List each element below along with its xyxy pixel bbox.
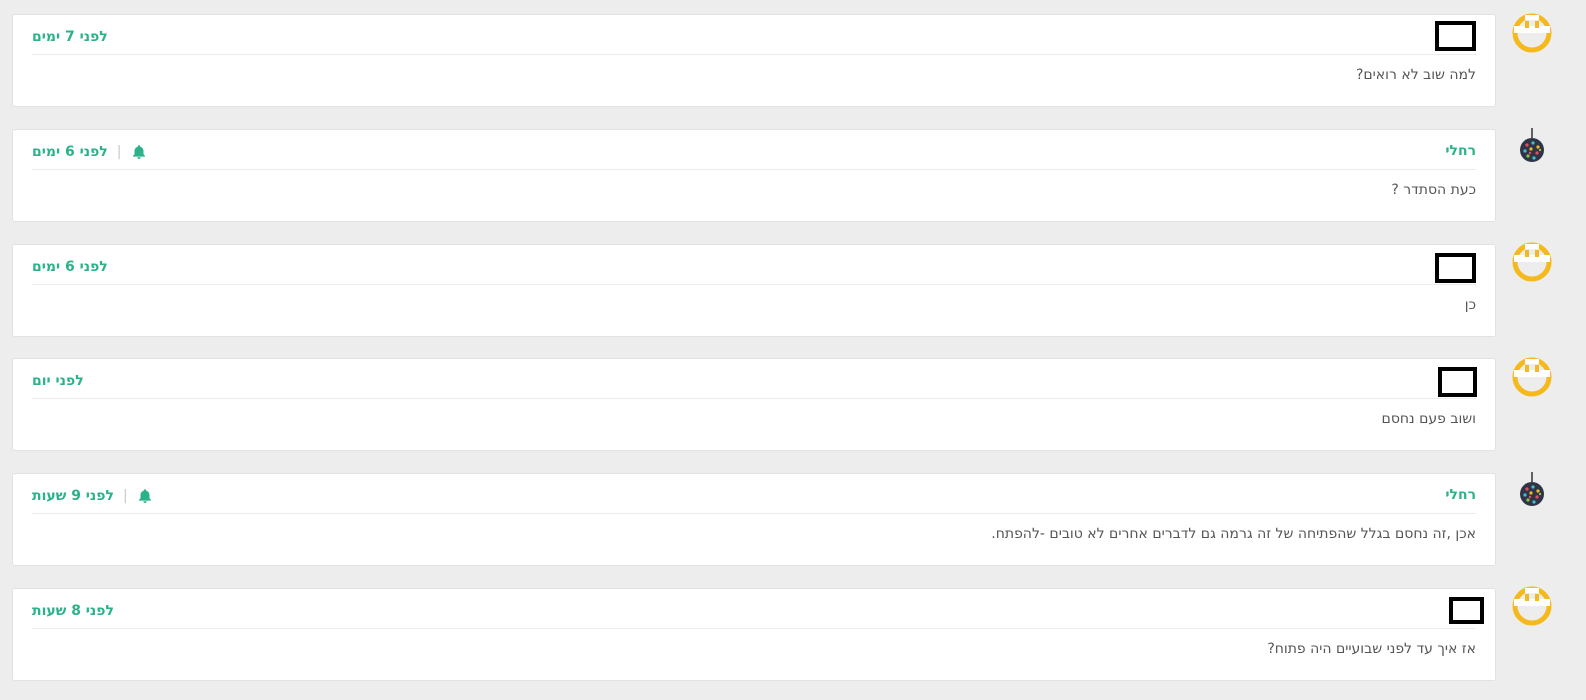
comment-text: ושוב פעם נחסם <box>1381 411 1476 427</box>
comment-timestamp[interactable]: לפני 7 ימים <box>32 29 108 45</box>
comment-text: אז איך עד לפני שבועיים היה פתוח? <box>1267 641 1476 657</box>
comment-header: לפני 6 ימים <box>32 245 1476 285</box>
comment-meta: לפני 7 ימים <box>32 28 108 46</box>
redacted-author-name <box>1438 367 1477 397</box>
comment-timestamp[interactable]: לפני 6 ימים <box>32 259 108 275</box>
user-avatar-smiley-icon[interactable] <box>1512 242 1552 282</box>
comment-text: כעת הסתדר ? <box>1391 182 1476 198</box>
comment-meta: לפני 9 שעות | <box>32 487 153 505</box>
user-avatar-smiley-icon[interactable] <box>1512 586 1552 626</box>
comment-card: לפני יום ושוב פעם נחסם <box>12 358 1496 451</box>
meta-separator: | <box>122 488 128 504</box>
comment-text: אכן ,זה נחסם בגלל שהפתיחה של זה גרמה גם … <box>991 526 1476 542</box>
comment-timestamp[interactable]: לפני יום <box>32 373 84 389</box>
comment-text: כן <box>1464 297 1476 313</box>
comment-header: רחלי לפני 9 שעות | <box>32 474 1476 514</box>
comment-meta: לפני 6 ימים | <box>32 143 147 161</box>
comment-card: רחלי לפני 6 ימים | כעת הסתדר ? <box>12 129 1496 222</box>
comment-card: לפני 8 שעות אז איך עד לפני שבועיים היה פ… <box>12 588 1496 681</box>
comment-timestamp[interactable]: לפני 6 ימים <box>32 144 108 160</box>
comment-author[interactable]: רחלי <box>1445 143 1476 159</box>
comment-card: רחלי לפני 9 שעות | אכן ,זה נחסם בגלל שהפ… <box>12 473 1496 566</box>
comment-thread: לפני 7 ימים למה שוב לא רואים? רחלי לפני … <box>0 0 1586 700</box>
user-avatar-smiley-icon[interactable] <box>1512 357 1552 397</box>
redacted-author-name <box>1435 253 1476 283</box>
comment-timestamp[interactable]: לפני 9 שעות <box>32 488 114 504</box>
comment-header: לפני יום <box>32 359 1477 399</box>
bell-icon[interactable] <box>137 488 153 504</box>
comment-meta: לפני 6 ימים <box>32 258 108 276</box>
comment-header: לפני 7 ימים <box>32 15 1476 55</box>
comment-card: לפני 6 ימים כן <box>12 244 1496 337</box>
user-avatar-disco-ball-icon[interactable] <box>1518 128 1546 164</box>
meta-separator: | <box>116 144 122 160</box>
redacted-author-name <box>1435 21 1476 51</box>
redacted-author-name <box>1449 597 1484 624</box>
bell-icon[interactable] <box>131 144 147 160</box>
comment-meta: לפני 8 שעות <box>32 602 114 620</box>
user-avatar-disco-ball-icon[interactable] <box>1518 472 1546 508</box>
user-avatar-smiley-icon[interactable] <box>1512 13 1552 53</box>
comment-timestamp[interactable]: לפני 8 שעות <box>32 603 114 619</box>
comment-text: למה שוב לא רואים? <box>1355 67 1476 83</box>
comment-card: לפני 7 ימים למה שוב לא רואים? <box>12 14 1496 107</box>
comment-header: לפני 8 שעות <box>32 589 1484 629</box>
comment-header: רחלי לפני 6 ימים | <box>32 130 1476 170</box>
comment-meta: לפני יום <box>32 372 84 390</box>
comment-author[interactable]: רחלי <box>1445 487 1476 503</box>
